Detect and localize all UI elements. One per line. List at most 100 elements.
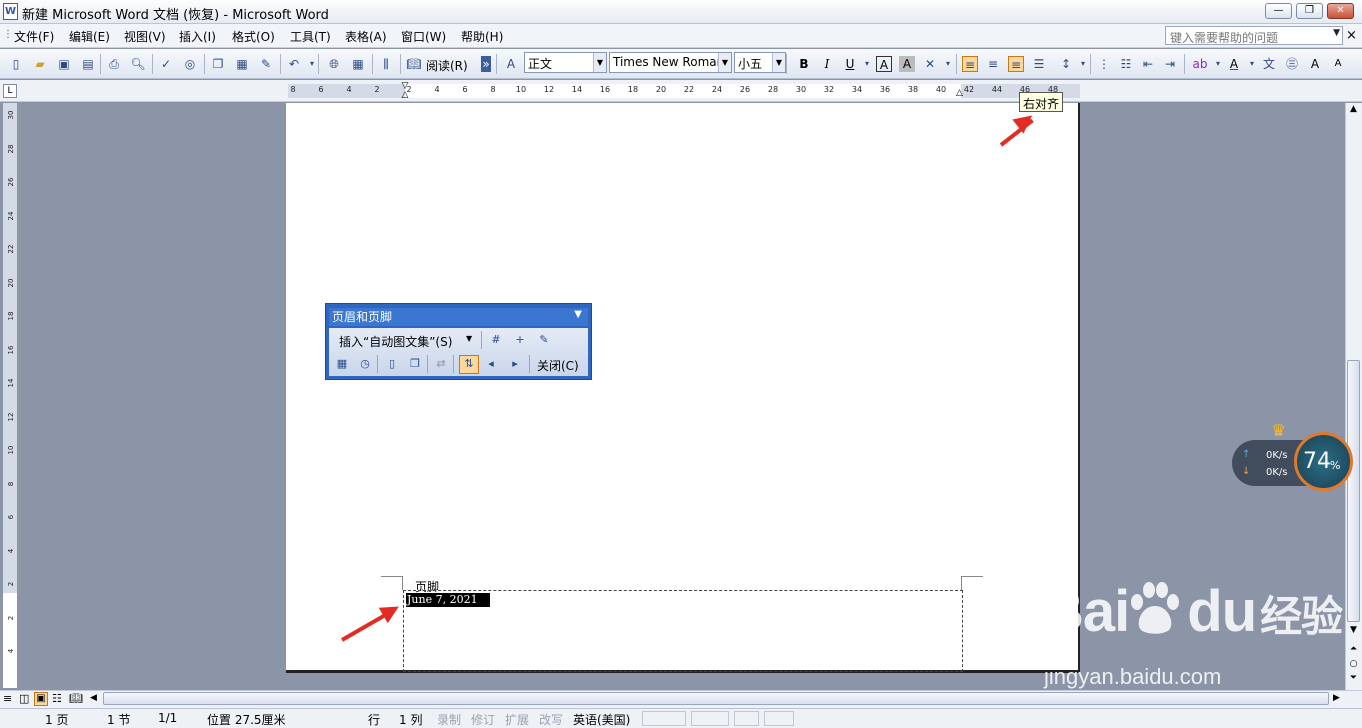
paste-icon[interactable]: ▦ [234,56,250,72]
normal-view-icon[interactable]: ≡ [3,692,12,705]
web-view-icon[interactable]: ◫ [19,692,29,705]
horizontal-scroll-thumb[interactable] [103,692,1329,705]
save-icon[interactable]: ▣ [56,56,72,72]
research-icon[interactable]: ◎ [182,56,198,72]
select-browse-object-icon[interactable]: ○ [1347,659,1360,669]
page-setup-icon[interactable]: ▯ [384,356,400,372]
word-app-icon[interactable]: W [3,3,18,20]
read-icon[interactable]: 📖︎ [406,56,422,72]
print-preview-icon[interactable]: 🔍︎ [130,56,146,72]
align-center-icon[interactable]: ≡ [985,56,1001,72]
restore-button[interactable]: ❐ [1296,3,1323,19]
menu-insert[interactable]: 插入(I) [179,28,216,45]
format-painter-icon[interactable]: ✎ [258,56,274,72]
format-page-number-icon[interactable]: ✎ [536,332,552,348]
increase-indent-icon[interactable]: ⇥ [1162,56,1178,72]
align-right-icon[interactable]: ≡ [1008,56,1024,72]
char-shading-icon[interactable]: A [899,56,915,72]
menu-window[interactable]: 窗口(W) [401,28,446,45]
scroll-up-icon[interactable]: ▲ [1347,104,1360,114]
menu-help[interactable]: 帮助(H) [461,28,503,45]
numbering-icon[interactable]: ⋮ [1096,56,1112,72]
permission-icon[interactable]: ▤ [80,56,96,72]
close-document-button[interactable]: × [1346,28,1357,43]
reading-view-icon[interactable]: 📖︎ [69,692,83,705]
copy-icon[interactable]: ❐ [210,56,226,72]
font-size-select[interactable]: 小五 ▼ [734,52,786,73]
menu-view[interactable]: 视图(V) [124,28,166,45]
justify-left-icon[interactable]: ≡ [962,56,978,72]
close-window-button[interactable]: ✕ [1327,3,1354,19]
insert-page-number-icon[interactable]: # [488,332,504,348]
shrink-font-icon[interactable]: A [1330,56,1346,72]
link-to-previous-icon[interactable]: ⇄ [433,356,449,372]
close-header-footer-button[interactable]: 关闭(C) [537,357,579,374]
spelling-icon[interactable]: ✓ [158,56,174,72]
menu-edit[interactable]: 编辑(E) [69,28,110,45]
tab-selector-icon[interactable]: L [3,84,17,98]
line-spacing-icon[interactable]: ↕ [1058,56,1074,72]
grow-font-icon[interactable]: A [1307,56,1323,72]
insert-time-icon[interactable]: ◷ [357,356,373,372]
bold-icon[interactable]: B [796,56,812,72]
previous-page-icon[interactable]: ⏶ [1347,644,1360,654]
table-icon[interactable]: ▦ [350,56,366,72]
memory-usage-gauge[interactable]: 74 % [1294,432,1353,491]
scroll-right-icon[interactable]: ▶ [1333,693,1340,703]
highlight-dropdown-icon[interactable]: ▾ [1210,56,1226,72]
status-track-changes[interactable]: 修订 [471,711,495,728]
underline-icon[interactable]: U [842,56,858,72]
print-icon[interactable]: ⎙ [106,56,122,72]
status-overtype[interactable]: 改写 [539,711,563,728]
enclose-char-icon[interactable]: ㊂ [1284,56,1300,72]
font-select[interactable]: Times New Roman ▼ [609,52,732,73]
char-scaling-dropdown-icon[interactable]: ▾ [940,56,956,72]
undo-icon[interactable]: ↶ [286,56,302,72]
insert-date-icon[interactable]: ▦ [334,356,350,372]
chevron-down-icon[interactable]: ▼ [1333,28,1340,38]
status-record[interactable]: 录制 [437,711,461,728]
char-border-icon[interactable]: A [876,56,892,72]
right-indent-marker-icon[interactable]: △ [956,88,963,98]
chevron-down-icon[interactable]: ▼ [466,334,472,343]
vertical-ruler[interactable]: 30 28 26 24 22 20 18 16 14 12 10 8 6 4 2 2 4 [3,103,17,688]
chevron-down-icon[interactable]: ▼ [772,53,785,72]
toolbar-options-icon[interactable]: » [481,56,491,72]
footer-date-field[interactable]: June 7, 2021 [406,593,490,607]
font-color-icon[interactable]: A [1226,56,1242,72]
chevron-down-icon[interactable]: ▼ [593,53,606,72]
distributed-align-icon[interactable]: ☰ [1031,56,1047,72]
help-search-input[interactable]: 键入需要帮助的问题 ▼ [1165,26,1343,45]
font-color-dropdown-icon[interactable]: ▾ [1244,56,1260,72]
open-folder-icon[interactable]: ▰ [32,56,48,72]
hf-toolbar-title[interactable]: 页眉和页脚 ▼ [329,308,588,326]
scroll-left-icon[interactable]: ◀ [90,693,97,703]
insert-autotext-button[interactable]: 插入“自动图文集”(S) [339,333,452,350]
indent-marker-icon[interactable]: ▽ △ [400,82,410,102]
underline-dropdown-icon[interactable]: ▾ [859,56,875,72]
next-page-icon[interactable]: ⏷ [1347,673,1360,683]
scroll-down-icon[interactable]: ▼ [1347,625,1360,635]
char-scaling-icon[interactable]: ✕ [922,56,938,72]
hyperlink-icon[interactable]: 🌐︎ [326,56,342,72]
menu-format[interactable]: 格式(O) [232,28,275,45]
styles-pane-icon[interactable]: A [503,56,519,72]
read-mode-button[interactable]: 阅读(R) [426,57,468,74]
show-previous-icon[interactable]: ◂ [483,356,499,372]
switch-header-footer-icon[interactable]: ⇅ [459,355,479,374]
vertical-scroll-thumb[interactable] [1347,360,1360,622]
columns-icon[interactable]: ⫼ [378,56,394,72]
decrease-indent-icon[interactable]: ⇤ [1140,56,1156,72]
menu-table[interactable]: 表格(A) [345,28,387,45]
minimize-button[interactable]: — [1265,3,1292,19]
toolbar-options-icon[interactable]: ▼ [574,309,582,320]
outline-view-icon[interactable]: ☷ [52,692,62,705]
line-spacing-dropdown-icon[interactable]: ▾ [1075,56,1091,72]
print-view-icon[interactable]: ▣ [34,692,48,706]
chevron-down-icon[interactable]: ▼ [718,53,731,72]
bullets-icon[interactable]: ☷ [1118,56,1134,72]
menu-tools[interactable]: 工具(T) [290,28,331,45]
menu-file[interactable]: 文件(F) [14,28,54,45]
new-document-icon[interactable]: ▯ [8,56,24,72]
phonetic-guide-icon[interactable]: 文 [1261,56,1277,72]
